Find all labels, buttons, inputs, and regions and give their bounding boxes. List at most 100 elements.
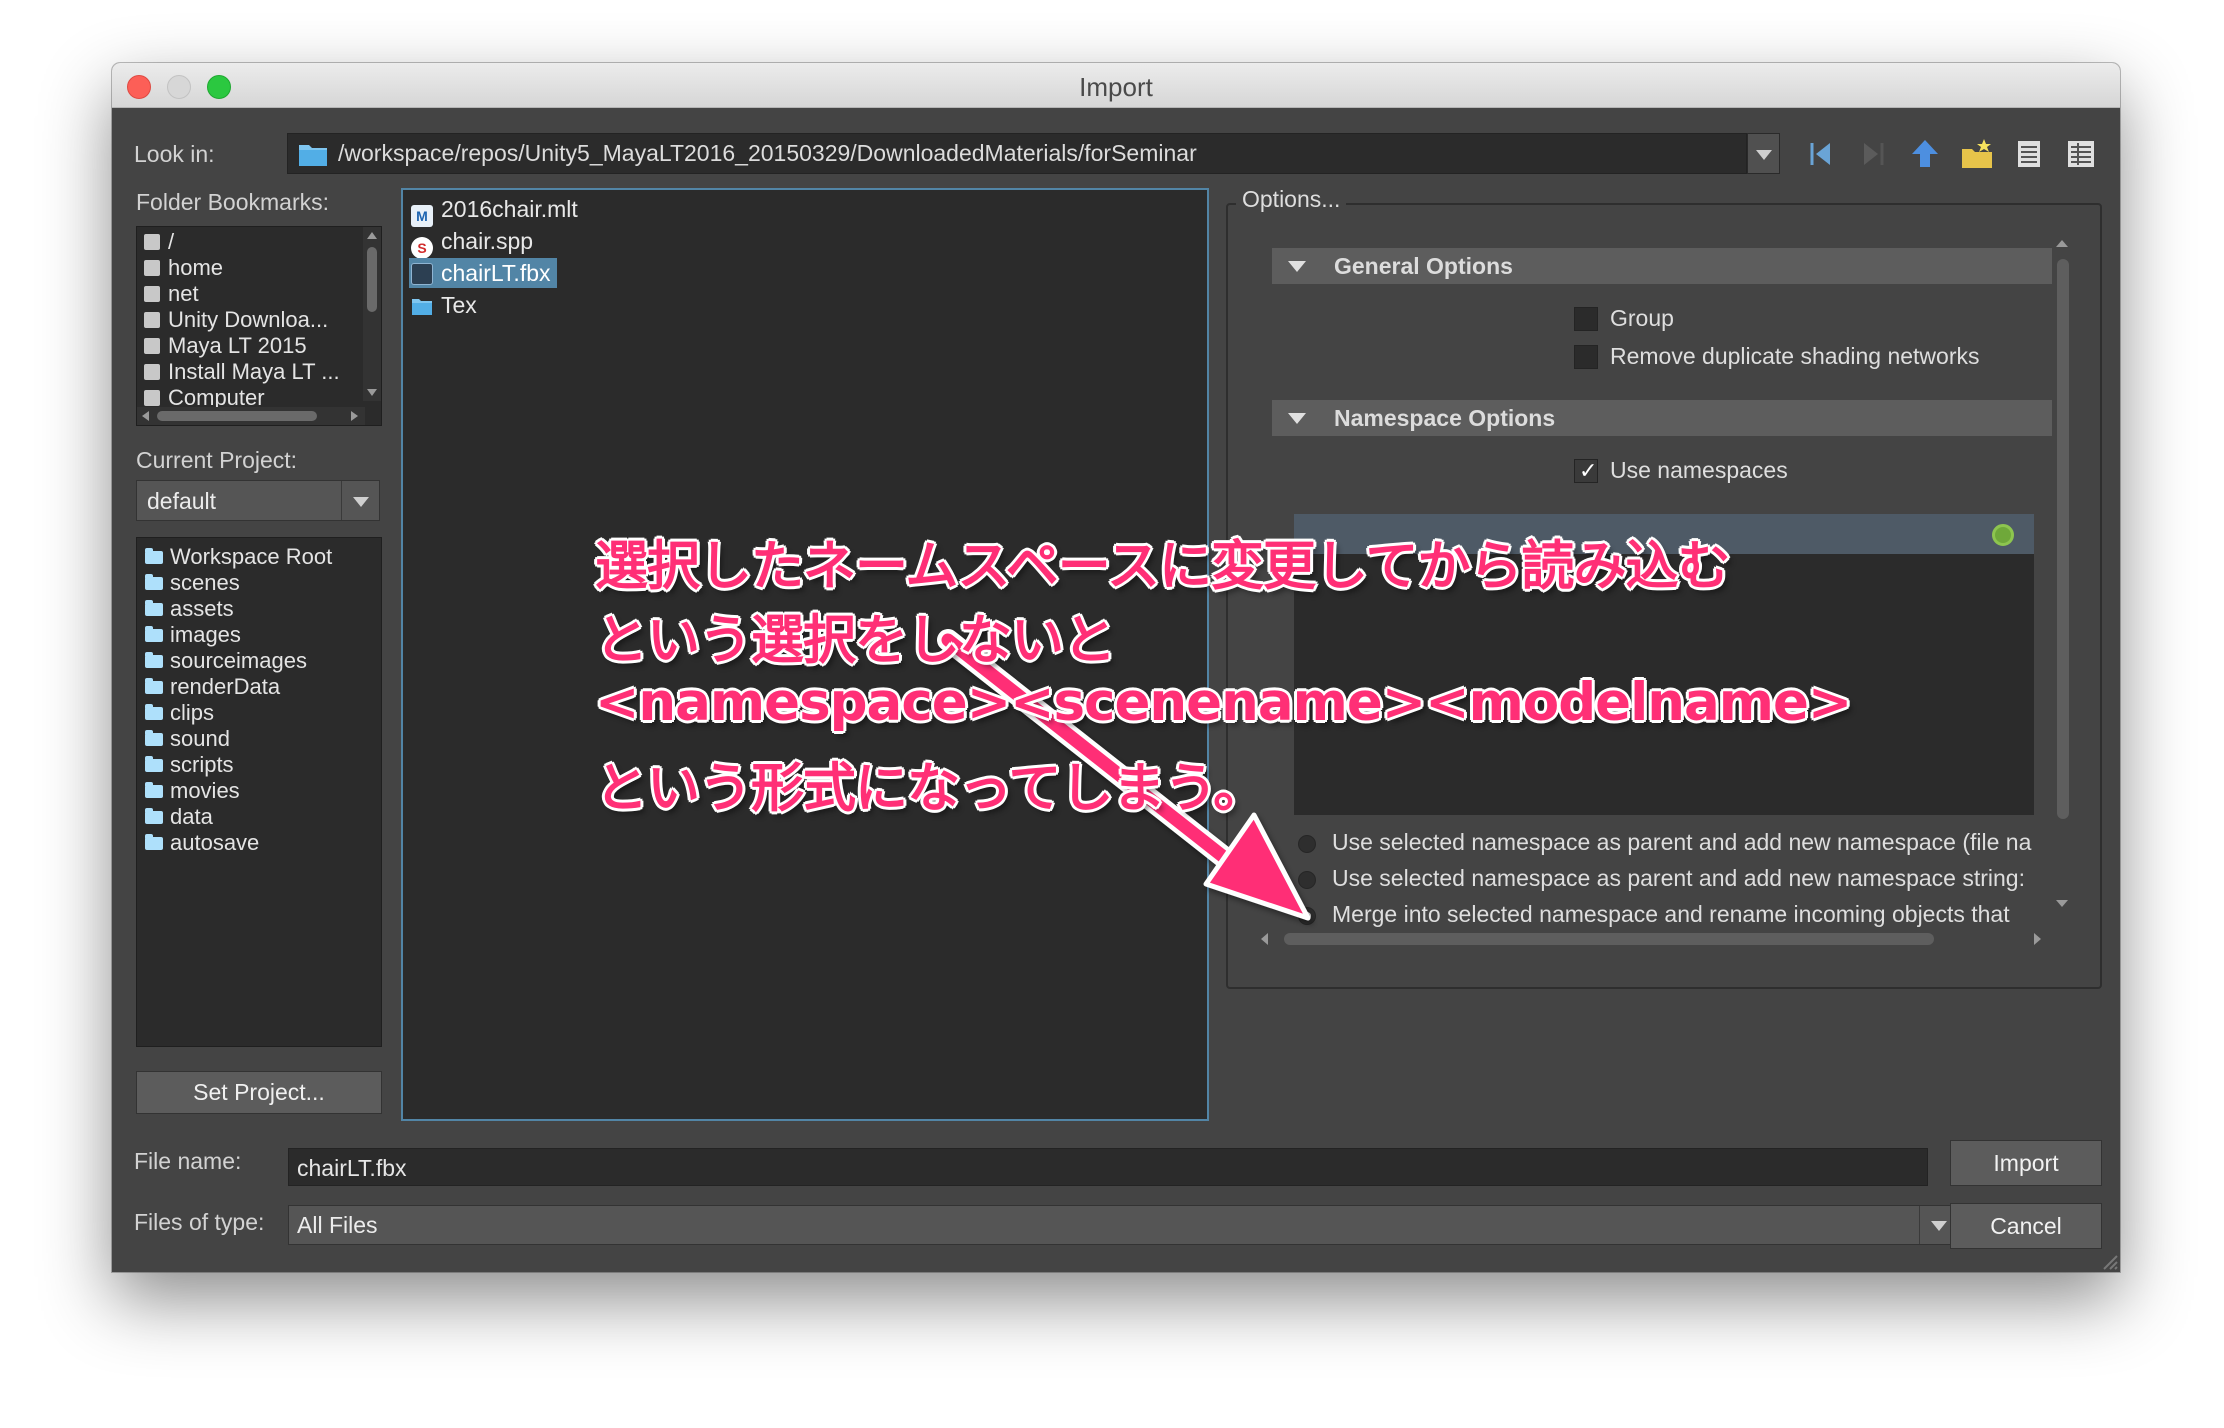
filename-label: File name: <box>134 1148 242 1174</box>
drive-icon <box>144 286 160 302</box>
new-folder-icon[interactable] <box>1960 137 1994 171</box>
filename-input[interactable]: chairLT.fbx <box>288 1148 1928 1186</box>
radio-parent-add-string[interactable] <box>1298 871 1316 889</box>
current-project-value: default <box>147 488 217 514</box>
folder-item[interactable]: sound <box>145 726 230 752</box>
folder-label: assets <box>170 596 234 621</box>
file-item[interactable]: M 2016chair.mlt <box>409 194 584 227</box>
list-view-icon[interactable] <box>2012 137 2046 171</box>
drive-icon <box>144 390 160 406</box>
lookin-label: Look in: <box>134 141 215 167</box>
folder-item[interactable]: data <box>145 804 213 830</box>
bookmark-label: Unity Downloa... <box>168 307 329 332</box>
folder-item[interactable]: scripts <box>145 752 234 778</box>
drive-icon <box>144 364 160 380</box>
folder-label: autosave <box>170 830 260 855</box>
bookmark-label: net <box>168 281 199 306</box>
bookmarks-label: Folder Bookmarks: <box>136 189 330 215</box>
radio-label: Merge into selected namespace and rename… <box>1332 901 2010 927</box>
folder-label: scenes <box>170 570 240 595</box>
folder-icon <box>412 299 432 315</box>
namespace-options-header[interactable]: Namespace Options <box>1272 400 2052 436</box>
namespace-status-icon <box>1992 524 2014 546</box>
group-label: Group <box>1610 305 1674 331</box>
folder-item[interactable]: renderData <box>145 674 280 700</box>
folder-label: sound <box>170 726 230 751</box>
file-item[interactable]: Schair.spp <box>409 226 539 259</box>
bookmark-item[interactable]: net <box>144 281 199 307</box>
folder-item[interactable]: images <box>145 622 241 648</box>
folder-icon <box>145 782 163 798</box>
bookmark-item[interactable]: home <box>144 255 223 281</box>
collapse-triangle-icon <box>1288 413 1306 424</box>
annotation-text-line: という選択をしないと <box>595 610 1116 671</box>
filetype-select[interactable]: All Files <box>288 1205 1958 1245</box>
use-namespaces-label: Use namespaces <box>1610 457 1788 483</box>
import-button[interactable]: Import <box>1950 1140 2102 1186</box>
lookin-path-field[interactable]: /workspace/repos/Unity5_MayaLT2016_20150… <box>287 133 1747 174</box>
options-vertical-scrollbar[interactable] <box>2052 235 2072 915</box>
folder-icon <box>145 834 163 850</box>
chevron-down-icon <box>352 496 369 507</box>
remove-duplicate-shading-label: Remove duplicate shading networks <box>1610 343 1980 369</box>
folder-item[interactable]: sourceimages <box>145 648 307 674</box>
remove-duplicate-shading-checkbox[interactable] <box>1574 345 1598 369</box>
use-namespaces-checkbox[interactable]: ✓ <box>1574 458 1598 483</box>
forward-icon[interactable] <box>1856 137 1890 171</box>
radio-label: Use selected namespace as parent and add… <box>1332 829 2032 855</box>
window-title: Import <box>1079 72 1153 102</box>
mlt-file-icon: M <box>411 205 433 227</box>
folder-icon <box>145 730 163 746</box>
file-name: chairLT.fbx <box>441 260 551 286</box>
scrollbar-thumb[interactable] <box>2057 259 2069 819</box>
filetype-label: Files of type: <box>134 1209 265 1235</box>
folder-item[interactable]: clips <box>145 700 214 726</box>
chevron-down-icon <box>1755 149 1772 160</box>
set-project-button[interactable]: Set Project... <box>136 1071 382 1114</box>
options-horizontal-scrollbar[interactable] <box>1254 929 2050 949</box>
bookmark-label: Install Maya LT ... <box>168 359 340 384</box>
scrollbar-thumb[interactable] <box>1284 933 1934 945</box>
folder-item[interactable]: movies <box>145 778 240 804</box>
bookmark-label: home <box>168 255 224 280</box>
project-folders-list[interactable]: Workspace Root scenes assets images sour… <box>136 537 382 1047</box>
section-title: General Options <box>1334 253 1513 279</box>
folder-label: Workspace Root <box>170 544 333 569</box>
detail-view-icon[interactable] <box>2064 137 2098 171</box>
radio-merge-rename[interactable] <box>1298 907 1316 925</box>
folder-bookmarks-list[interactable]: / home net Unity Downloa... Maya LT 2015… <box>136 226 382 426</box>
folder-label: data <box>170 804 213 829</box>
bookmark-item[interactable]: / <box>144 229 174 255</box>
drive-icon <box>144 260 160 276</box>
resize-grip-icon[interactable] <box>2098 1250 2118 1270</box>
drive-icon <box>144 234 160 250</box>
group-checkbox[interactable] <box>1574 307 1598 331</box>
file-name: Tex <box>441 292 477 318</box>
folder-icon <box>145 600 163 616</box>
bookmark-item[interactable]: Unity Downloa... <box>144 307 328 333</box>
folder-label: sourceimages <box>170 648 307 673</box>
folder-item[interactable]: Workspace Root <box>145 544 332 570</box>
folder-icon <box>145 678 163 694</box>
folder-item[interactable]: autosave <box>145 830 259 856</box>
file-item-selected[interactable]: chairLT.fbx <box>409 258 557 288</box>
folder-item[interactable]: scenes <box>145 570 240 596</box>
general-options-header[interactable]: General Options <box>1272 248 2052 284</box>
bookmarks-vertical-scrollbar[interactable] <box>363 227 381 401</box>
bookmarks-horizontal-scrollbar[interactable] <box>137 407 365 425</box>
drive-icon <box>144 338 160 354</box>
chevron-down-icon <box>1930 1221 1947 1231</box>
cancel-button[interactable]: Cancel <box>1950 1203 2102 1249</box>
folder-item[interactable]: assets <box>145 596 234 622</box>
lookin-dropdown-button[interactable] <box>1747 133 1780 174</box>
up-folder-icon[interactable] <box>1908 137 1942 171</box>
bookmark-item[interactable]: Install Maya LT ... <box>144 359 340 385</box>
collapse-triangle-icon <box>1288 261 1306 272</box>
back-icon[interactable] <box>1804 137 1838 171</box>
project-dropdown-button[interactable] <box>341 481 379 520</box>
radio-parent-add-filename[interactable] <box>1298 835 1316 853</box>
current-project-select[interactable]: default <box>136 480 380 521</box>
folder-icon <box>145 548 163 564</box>
bookmark-item[interactable]: Maya LT 2015 <box>144 333 307 359</box>
file-item[interactable]: Tex <box>409 290 483 320</box>
